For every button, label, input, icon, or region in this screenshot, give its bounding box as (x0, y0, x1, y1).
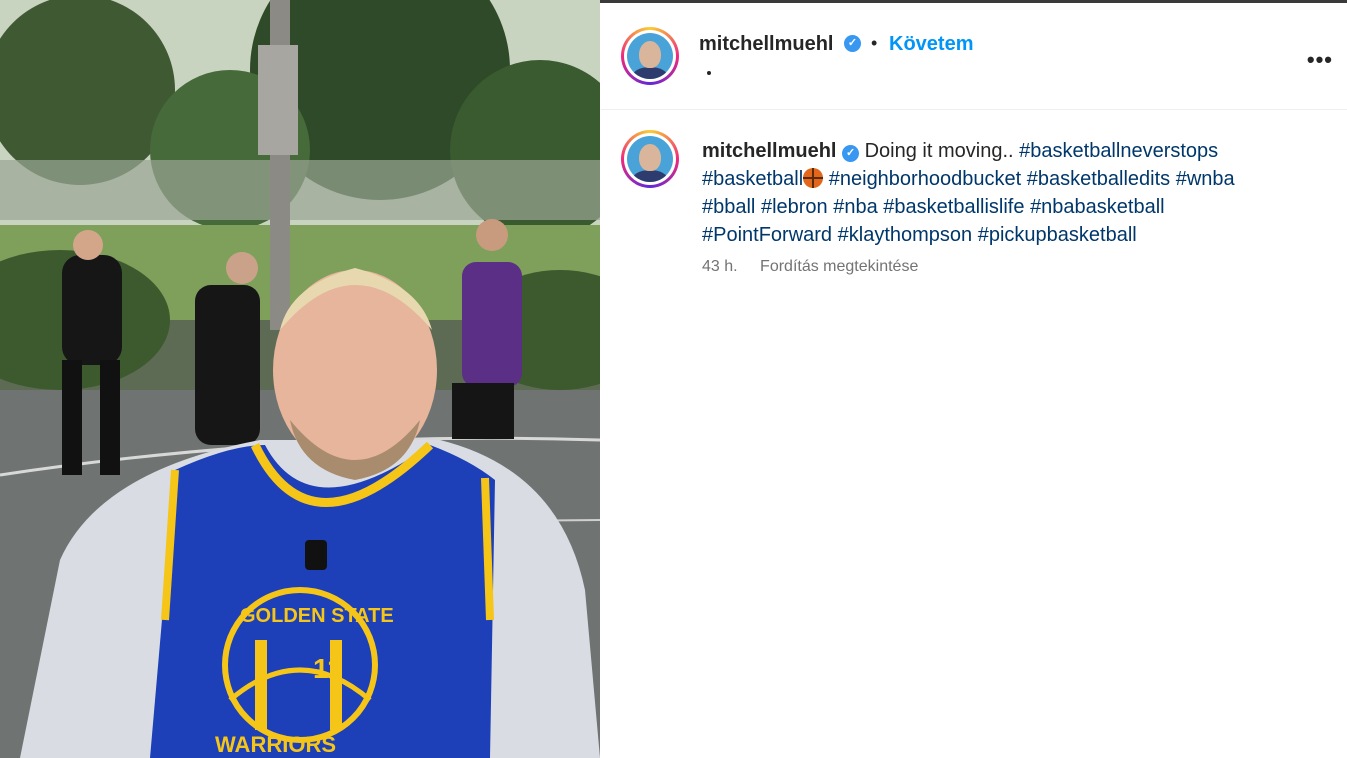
hashtag-link[interactable]: #pickupbasketball (978, 224, 1137, 246)
basketball-emoji-icon (803, 168, 824, 188)
hashtag-link[interactable]: #basketballislife (883, 196, 1024, 218)
hashtag-link[interactable]: #klaythompson (838, 224, 973, 246)
hashtag-link[interactable]: #basketball (702, 168, 803, 190)
post-video[interactable]: GOLDEN STATE 11 WARRIORS (0, 0, 600, 758)
caption-text: Doing it moving.. (864, 140, 1014, 162)
author-username[interactable]: mitchellmuehl (699, 33, 833, 56)
hashtag-link[interactable]: #neighborhoodbucket (829, 168, 1021, 190)
post-caption: mitchellmuehl ✓ Doing it moving.. #baske… (702, 137, 1312, 249)
verified-badge-icon: ✓ (842, 145, 860, 162)
jersey-text: GOLDEN STATE (240, 605, 394, 627)
verified-badge-icon: ✓ (844, 35, 861, 52)
video-frame: GOLDEN STATE 11 WARRIORS (0, 0, 600, 758)
hashtag-link[interactable]: #PointForward (702, 224, 832, 246)
author-avatar[interactable] (621, 27, 679, 85)
post-header: mitchellmuehl ✓ • Követem ••• (601, 3, 1347, 110)
hashtag-link[interactable]: #basketballneverstops (1019, 140, 1218, 162)
hashtag-link[interactable]: #lebron (761, 196, 828, 218)
hashtag-link[interactable]: #nbabasketball (1030, 196, 1165, 218)
hashtag-link[interactable]: #wnba (1176, 168, 1235, 190)
hashtag-link[interactable]: #bball (702, 196, 755, 218)
post-side-panel: mitchellmuehl ✓ • Követem ••• mitchellmu… (601, 3, 1347, 758)
translate-link[interactable]: Fordítás megtekintése (760, 258, 918, 275)
hashtag-link[interactable]: #nba (833, 196, 878, 218)
caption-avatar[interactable] (621, 130, 679, 188)
jersey-bottom-text: WARRIORS (215, 732, 336, 757)
caption-meta: 43 h. Fordítás megtekintése (702, 258, 918, 276)
post-timestamp[interactable]: 43 h. (702, 258, 738, 275)
hashtag-link[interactable]: #basketballedits (1027, 168, 1170, 190)
separator-dot-small (707, 71, 711, 75)
follow-button[interactable]: Követem (889, 33, 973, 56)
jersey-number: 11 (313, 653, 343, 684)
caption-username[interactable]: mitchellmuehl (702, 140, 836, 162)
separator-dot: • (871, 33, 878, 53)
more-options-icon[interactable]: ••• (1307, 47, 1333, 73)
